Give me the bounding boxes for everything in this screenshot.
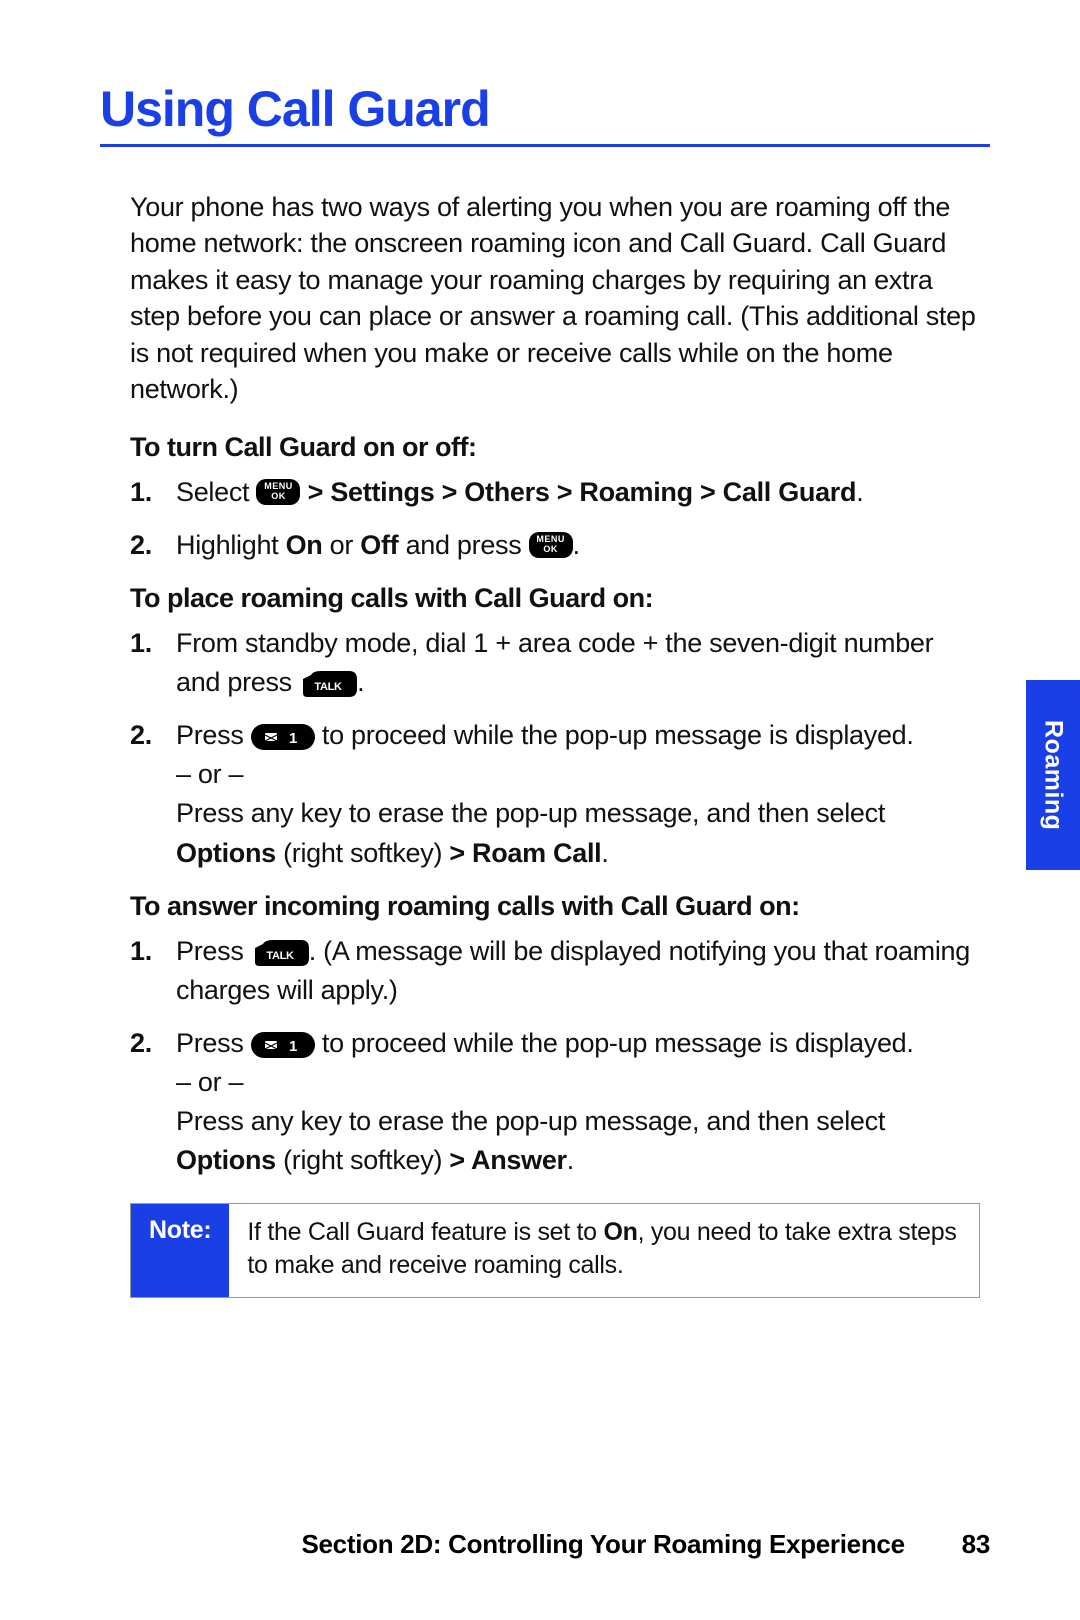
svg-text:TALK: TALK — [314, 681, 342, 693]
step-tail: . — [567, 1145, 574, 1175]
bold-options: Options — [176, 838, 276, 868]
svg-text:TALK: TALK — [266, 950, 294, 962]
step-tail: . — [573, 530, 580, 560]
menu-ok-key-icon: MENUOK — [529, 532, 573, 558]
step-number: 1. — [130, 473, 152, 512]
page-title: Using Call Guard — [100, 80, 990, 147]
menu-ok-key-icon: MENUOK — [256, 479, 300, 505]
step-text: (right softkey) — [276, 1145, 449, 1175]
step-text: Press — [176, 1028, 251, 1058]
bold-roam-call: > Roam Call — [449, 838, 601, 868]
step-number: 2. — [130, 526, 152, 565]
bold-options: Options — [176, 1145, 276, 1175]
list-item: 1. Select MENUOK > Settings > Others > R… — [176, 473, 980, 512]
step-text: Highlight — [176, 530, 286, 560]
step-text: to proceed while the pop-up message is d… — [315, 720, 914, 750]
note-text: If the Call Guard feature is set to On, … — [229, 1204, 979, 1298]
bold-answer: > Answer — [449, 1145, 566, 1175]
svg-text:1: 1 — [289, 1038, 297, 1055]
step-text: (right softkey) — [276, 838, 449, 868]
intro-paragraph: Your phone has two ways of alerting you … — [130, 189, 980, 408]
list-item: 2. Highlight On or Off and press MENUOK. — [176, 526, 980, 565]
talk-key-icon: TALK — [299, 669, 357, 695]
step-number: 2. — [130, 1024, 152, 1063]
page-footer: Section 2D: Controlling Your Roaming Exp… — [100, 1529, 990, 1560]
step-text: Press — [176, 936, 251, 966]
bold-on: On — [286, 530, 323, 560]
bold-off: Off — [360, 530, 398, 560]
page-number: 83 — [962, 1529, 990, 1559]
or-divider: – or – — [176, 1067, 243, 1097]
footer-section: Section 2D: Controlling Your Roaming Exp… — [301, 1529, 904, 1559]
step-number: 1. — [130, 932, 152, 971]
subheading-answer-roaming: To answer incoming roaming calls with Ca… — [130, 891, 980, 922]
talk-key-icon: TALK — [251, 938, 309, 964]
one-key-icon: 1 — [251, 722, 315, 748]
subheading-place-roaming: To place roaming calls with Call Guard o… — [130, 583, 980, 614]
page-content: Your phone has two ways of alerting you … — [100, 189, 990, 1298]
side-tab-roaming: Roaming — [1026, 680, 1080, 870]
list-item: 2. Press 1 to proceed while the pop-up m… — [176, 1024, 980, 1181]
step-text: Press any key to erase the pop-up messag… — [176, 1106, 885, 1136]
note-label: Note: — [131, 1204, 229, 1298]
step-text: Press any key to erase the pop-up messag… — [176, 798, 885, 828]
steps-place-roaming: 1. From standby mode, dial 1 + area code… — [130, 624, 980, 873]
bold-on: On — [603, 1218, 637, 1246]
step-number: 1. — [130, 624, 152, 663]
step-tail: . — [856, 477, 863, 507]
manual-page: Using Call Guard Your phone has two ways… — [0, 0, 1080, 1620]
step-text: From standby mode, dial 1 + area code + … — [176, 628, 933, 697]
step-text: to proceed while the pop-up message is d… — [315, 1028, 914, 1058]
list-item: 1. Press TALK. (A message will be displa… — [176, 932, 980, 1010]
steps-answer-roaming: 1. Press TALK. (A message will be displa… — [130, 932, 980, 1181]
subheading-turn-on-off: To turn Call Guard on or off: — [130, 432, 980, 463]
step-tail: . — [357, 667, 364, 697]
step-number: 2. — [130, 716, 152, 755]
svg-text:1: 1 — [289, 730, 297, 747]
one-key-icon: 1 — [251, 1030, 315, 1056]
list-item: 2. Press 1 to proceed while the pop-up m… — [176, 716, 980, 873]
or-divider: – or – — [176, 759, 243, 789]
step-text: or — [322, 530, 360, 560]
step-text: Select — [176, 477, 256, 507]
list-item: 1. From standby mode, dial 1 + area code… — [176, 624, 980, 702]
step-text: and press — [398, 530, 528, 560]
step-tail: . — [601, 838, 608, 868]
note-box: Note: If the Call Guard feature is set t… — [130, 1203, 980, 1299]
step-text: Press — [176, 720, 251, 750]
breadcrumb-path: > Settings > Others > Roaming > Call Gua… — [300, 477, 856, 507]
steps-turn-on-off: 1. Select MENUOK > Settings > Others > R… — [130, 473, 980, 565]
